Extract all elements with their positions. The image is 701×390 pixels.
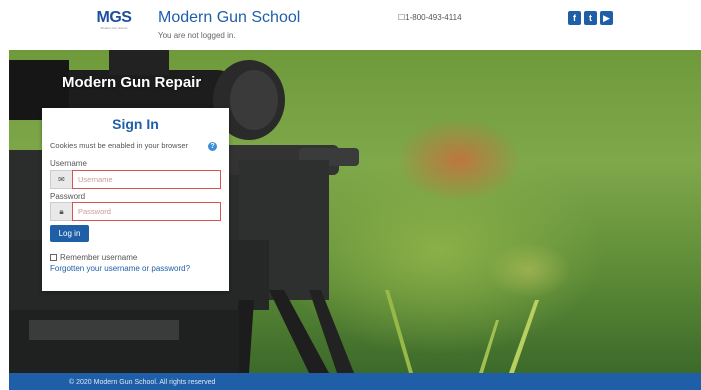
username-label: Username <box>50 159 87 168</box>
login-button[interactable]: Log in <box>50 225 89 242</box>
footer: © 2020 Modern Gun School. All rights res… <box>9 373 701 390</box>
remember-username-checkbox[interactable] <box>50 254 57 261</box>
forgot-password-link[interactable]: Forgotten your username or password? <box>50 264 190 273</box>
phone-number: ☐1-800-493-4114 <box>398 13 462 22</box>
lock-icon: 🔒︎ <box>50 202 72 221</box>
phone-text: 1-800-493-4114 <box>405 13 462 22</box>
header: MGS Modern Gun School Modern Gun School … <box>0 0 701 50</box>
logo-subtitle: Modern Gun School <box>100 26 128 30</box>
logo-text: MGS <box>96 9 132 26</box>
site-logo[interactable]: MGS Modern Gun School <box>96 10 132 32</box>
username-input[interactable] <box>72 170 221 189</box>
password-row: 🔒︎ <box>50 202 221 221</box>
envelope-icon: ✉ <box>50 170 72 189</box>
cookies-note: Cookies must be enabled in your browser <box>50 141 188 150</box>
facebook-icon[interactable]: f <box>568 11 581 25</box>
login-form: Sign In Cookies must be enabled in your … <box>42 108 229 291</box>
copyright-text: © 2020 Modern Gun School. All rights res… <box>69 379 216 386</box>
username-row: ✉ <box>50 170 221 189</box>
social-links: f t ▶ <box>568 11 613 25</box>
password-label: Password <box>50 192 86 201</box>
hero-title: Modern Gun Repair <box>62 74 202 91</box>
password-input[interactable] <box>72 202 221 221</box>
login-status: You are not logged in. <box>158 31 236 40</box>
remember-username-label[interactable]: Remember username <box>60 253 137 262</box>
site-name[interactable]: Modern Gun School <box>158 9 300 27</box>
twitter-icon[interactable]: t <box>584 11 597 25</box>
login-title: Sign In <box>112 116 159 132</box>
help-icon[interactable]: ? <box>208 142 217 151</box>
youtube-icon[interactable]: ▶ <box>600 11 613 25</box>
remember-username-row: Remember username <box>50 253 137 262</box>
